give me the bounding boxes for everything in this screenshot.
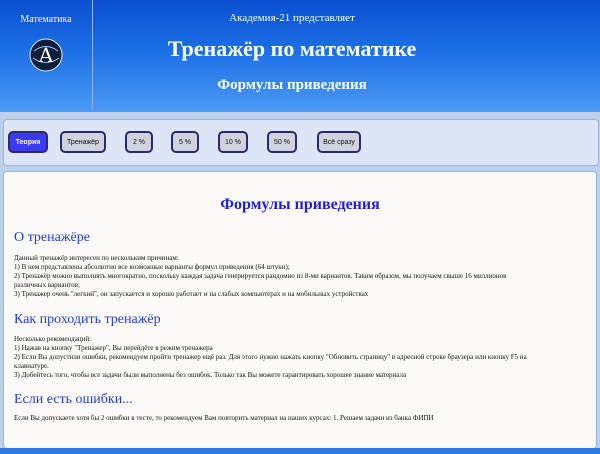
presents-text: Академия-21 представляет — [229, 12, 355, 24]
text-line: Если Вы допускаете хотя бы 2 ошибки в те… — [14, 414, 434, 422]
section-text-errors: Если Вы допускаете хотя бы 2 ошибки в те… — [14, 414, 584, 423]
section-heading-howto: Как проходить тренажёр — [14, 312, 161, 327]
text-line: Несколько рекомендаций: — [14, 335, 92, 343]
section-text-howto: Несколько рекомендаций: 1) Нажав на кноп… — [14, 335, 584, 380]
academy-logo-icon: A — [29, 38, 63, 72]
text-line: клавиатуре. — [14, 362, 49, 370]
text-line: различных вариантов; — [14, 281, 80, 289]
site-header: Математика A Академия-21 представляет Тр… — [0, 0, 600, 112]
page-subtitle: Формулы приведения — [217, 77, 367, 93]
trainer-button[interactable]: Тренажёр — [60, 131, 106, 153]
brand-name: Математика — [20, 14, 72, 25]
main-content: Формулы приведения О тренажёре Данный тр… — [3, 171, 597, 449]
text-line: 2) Если Вы допустили ошибки, рекомендуем… — [14, 353, 527, 361]
text-line: 2) Тренажёр можно выполнять многократно,… — [14, 272, 507, 280]
text-line: 3) Добейтесь того, чтобы все задачи были… — [14, 371, 407, 379]
two-percent-button[interactable]: 2 % — [125, 131, 153, 153]
mode-navigation: Теория Тренажёр 2 % 5 % 10 % 50 % Всё ср… — [3, 119, 599, 166]
text-line: 3) Тренажер очень "легкий", он запускает… — [14, 290, 369, 298]
brand-block[interactable]: Математика A — [0, 0, 93, 110]
logo-letter: A — [38, 43, 54, 67]
text-line: 1) Нажав на кнопку "Тренажер", Вы перейд… — [14, 344, 213, 352]
content-title: Формулы приведения — [220, 196, 380, 213]
text-line: Данный тренажёр интересен по нескольким … — [14, 254, 179, 262]
five-percent-button[interactable]: 5 % — [171, 131, 199, 153]
footer-bar — [0, 448, 600, 454]
section-heading-errors: Если есть ошибки... — [14, 392, 133, 407]
ten-percent-button[interactable]: 10 % — [218, 131, 248, 153]
fifty-percent-button[interactable]: 50 % — [267, 131, 297, 153]
page-title: Тренажёр по математике — [167, 36, 417, 61]
theory-button[interactable]: Теория — [8, 131, 48, 153]
section-heading-about: О тренажёре — [14, 230, 90, 245]
text-line: 1) В нем представлены абсолютно все возм… — [14, 263, 290, 271]
section-text-about: Данный тренажёр интересен по нескольким … — [14, 254, 584, 299]
all-at-once-button[interactable]: Всё сразу — [317, 131, 361, 153]
